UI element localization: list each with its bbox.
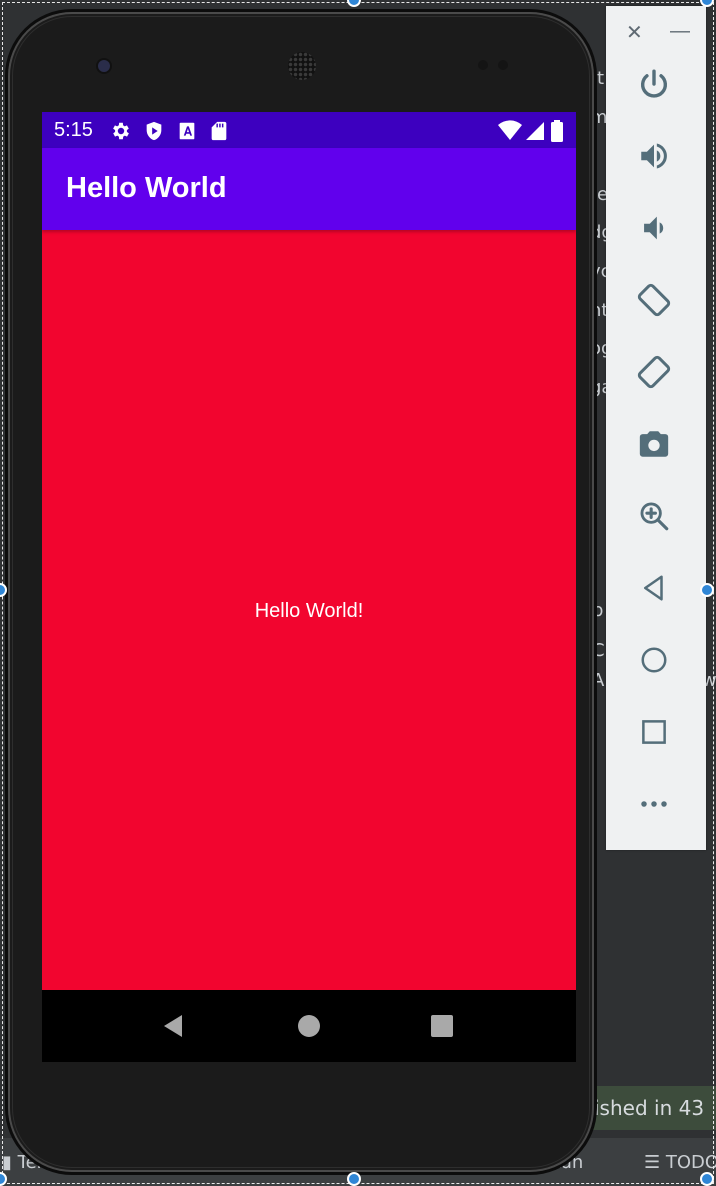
power-icon	[641, 69, 667, 98]
todo-tab[interactable]: ☰ TODO	[644, 1152, 716, 1173]
back-icon	[644, 575, 663, 601]
rotate-left-button[interactable]	[630, 276, 678, 324]
app-bar: Hello World	[42, 148, 576, 230]
home-icon[interactable]	[295, 1012, 323, 1040]
todo-tab-label: TODO	[665, 1152, 716, 1173]
camera-icon	[639, 431, 669, 457]
overview-icon	[642, 720, 666, 744]
zoom-icon	[640, 502, 669, 531]
wifi-icon	[498, 120, 522, 140]
volume-down-button[interactable]	[630, 204, 678, 252]
signal-icon	[526, 122, 544, 140]
light-sensor	[498, 60, 508, 70]
resize-handle-bottom[interactable]	[347, 1172, 361, 1186]
shield-play-icon	[146, 121, 162, 141]
resize-handle-right[interactable]	[700, 583, 714, 597]
status-bar: 5:15	[42, 112, 576, 148]
list-icon: ☰	[644, 1152, 666, 1173]
volume-up-icon	[641, 143, 667, 169]
status-time: 5:15	[54, 119, 93, 141]
rotate-left-icon	[637, 283, 671, 317]
home-icon	[641, 647, 667, 673]
zoom-button[interactable]	[630, 492, 678, 540]
navigation-bar	[42, 990, 576, 1062]
device-frame: 5:15 Hello World Hello World!	[8, 12, 594, 1172]
screenshot-button[interactable]	[630, 420, 678, 468]
emulator-more-button[interactable]	[630, 780, 678, 828]
resize-handle-bottom-right[interactable]	[700, 1172, 714, 1186]
proximity-sensor	[478, 60, 488, 70]
build-status-message: ished in 43	[586, 1086, 716, 1130]
battery-icon	[551, 120, 563, 142]
rotate-right-icon	[637, 355, 671, 389]
emulator-toolbar: ✕ —	[606, 6, 706, 850]
earpiece-speaker	[288, 52, 316, 80]
minimize-icon[interactable]: —	[670, 20, 690, 43]
emulator-back-button[interactable]	[630, 564, 678, 612]
emulator-overview-button[interactable]	[630, 708, 678, 756]
recents-icon[interactable]	[428, 1012, 456, 1040]
back-icon[interactable]	[160, 1012, 188, 1040]
power-button[interactable]	[630, 60, 678, 108]
gear-icon	[113, 122, 129, 140]
sd-card-icon	[211, 121, 227, 141]
emulator-home-button[interactable]	[630, 636, 678, 684]
close-icon[interactable]: ✕	[626, 20, 643, 45]
terminal-icon: ▮	[2, 1152, 18, 1173]
front-camera	[98, 60, 110, 72]
a-font-icon	[179, 122, 195, 140]
rotate-right-button[interactable]	[630, 348, 678, 396]
app-bar-title: Hello World	[66, 172, 227, 204]
device-screen[interactable]: 5:15 Hello World Hello World!	[42, 112, 576, 1062]
hello-world-text: Hello World!	[254, 600, 364, 622]
volume-up-button[interactable]	[630, 132, 678, 180]
more-icon	[641, 801, 667, 807]
volume-down-icon	[644, 216, 664, 240]
